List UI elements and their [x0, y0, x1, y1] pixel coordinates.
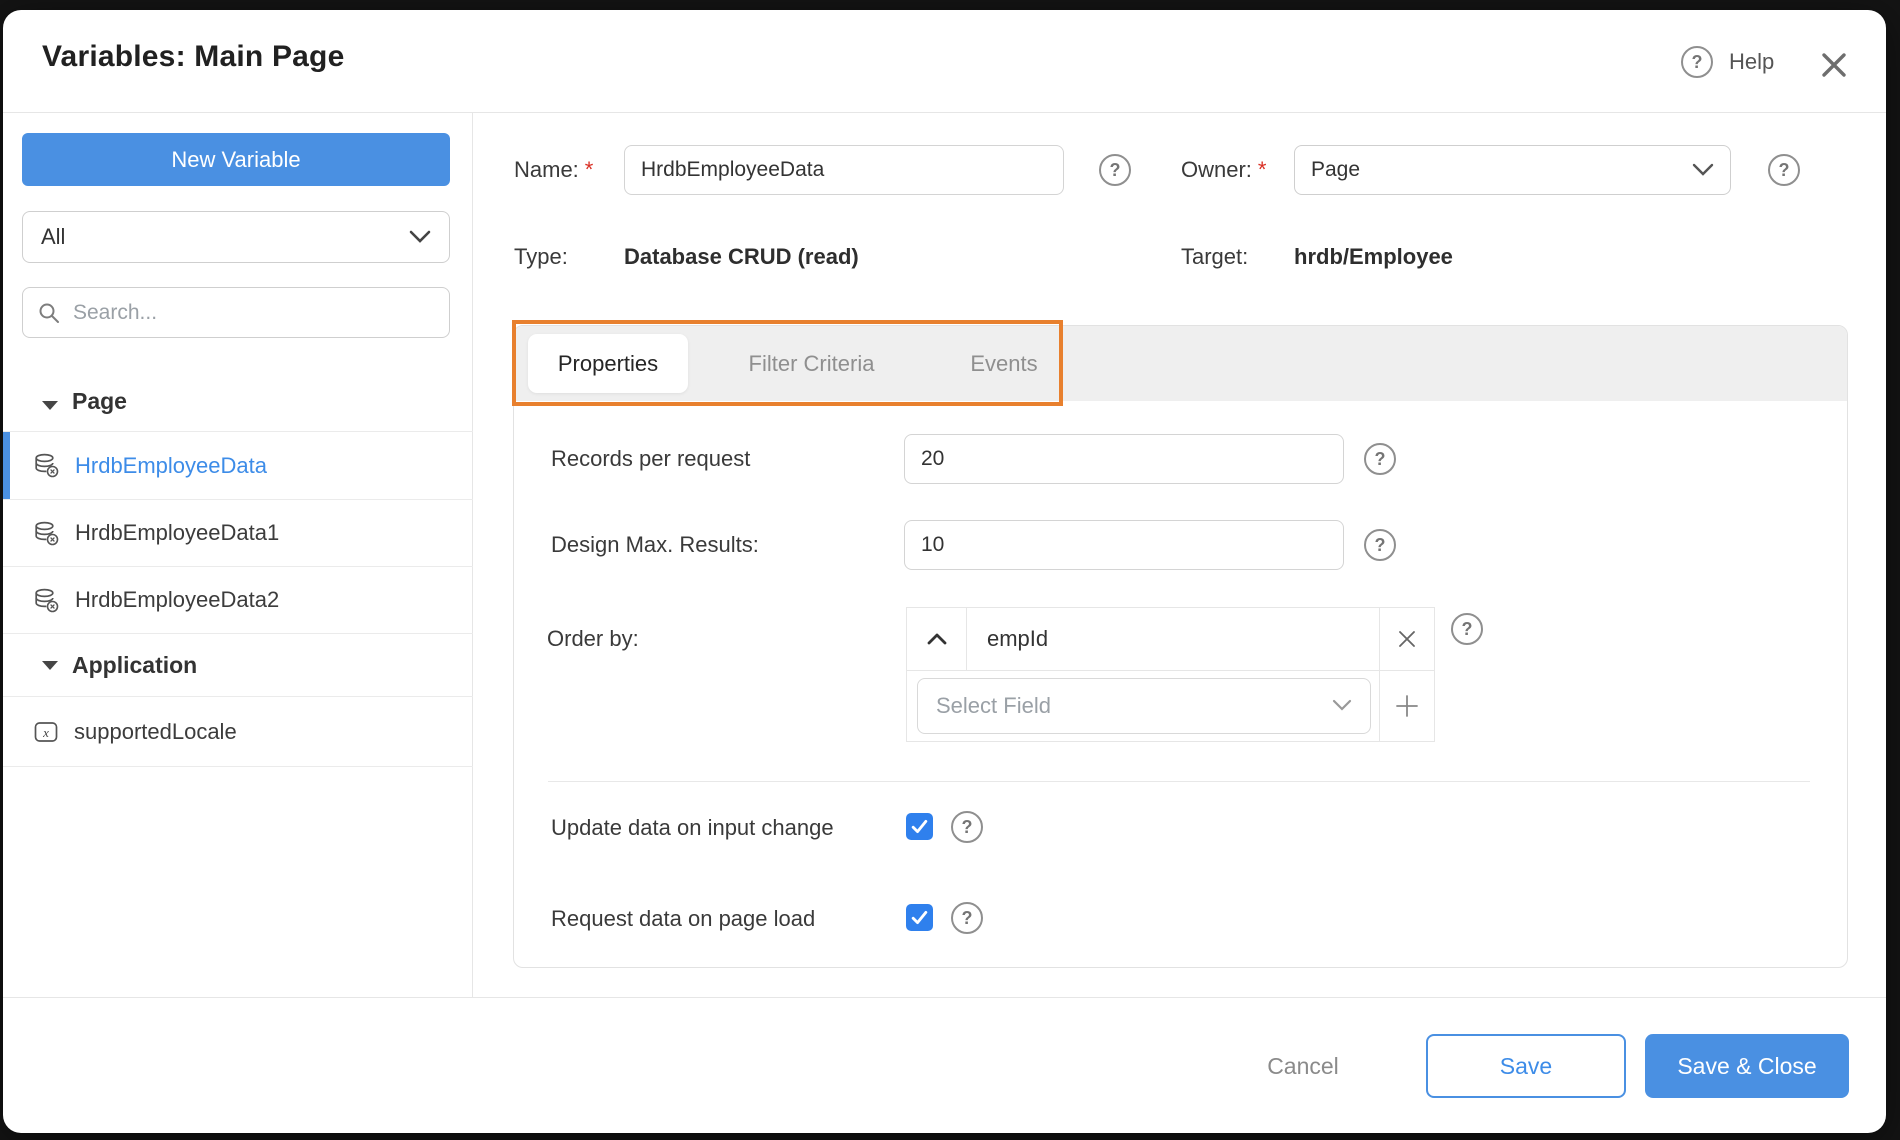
x-mark-icon — [1399, 631, 1415, 647]
select-field-dropdown[interactable]: Select Field — [917, 677, 1371, 734]
name-label: Name: * — [514, 157, 594, 182]
records-per-request-label: Records per request — [551, 446, 751, 471]
dialog-footer: Cancel Save Save & Close — [3, 997, 1886, 1133]
target-value: hrdb/Employee — [1294, 244, 1453, 269]
search-input[interactable] — [73, 300, 435, 325]
required-asterisk: * — [1257, 157, 1267, 182]
variable-settings-panel: Properties Filter Criteria Events Record… — [513, 325, 1848, 968]
order-by-label: Order by: — [547, 626, 639, 651]
variables-dialog: Variables: Main Page Help New Variable A… — [3, 10, 1886, 1133]
chevron-up-icon — [927, 633, 946, 645]
owner-dropdown[interactable]: Page — [1294, 145, 1731, 195]
plus-icon — [1396, 695, 1418, 717]
backdrop: Variables: Main Page Help New Variable A… — [0, 0, 1900, 1140]
sidebar-item-hrdbemployeedata[interactable]: HrdbEmployeeData — [3, 432, 473, 500]
variable-search-box — [22, 287, 450, 338]
chevron-down-icon — [1692, 163, 1714, 176]
check-icon — [911, 819, 928, 834]
design-max-results-label: Design Max. Results: — [551, 532, 759, 557]
tab-bar: Properties Filter Criteria Events — [514, 326, 1847, 401]
owner-help-icon[interactable] — [1768, 154, 1800, 186]
database-variable-icon — [35, 521, 59, 545]
name-help-icon[interactable] — [1099, 154, 1131, 186]
tab-filter-criteria[interactable]: Filter Criteria — [719, 326, 904, 401]
sidebar-item-supportedlocale[interactable]: x supportedLocale — [3, 697, 473, 767]
update-data-on-input-change-label: Update data on input change — [551, 815, 834, 840]
add-sort-field-button[interactable] — [1379, 671, 1434, 741]
new-variable-button[interactable]: New Variable — [22, 133, 450, 186]
variable-type-filter-dropdown[interactable]: All — [22, 211, 450, 263]
type-value: Database CRUD (read) — [624, 244, 859, 269]
owner-label: Owner: * — [1181, 157, 1267, 182]
records-per-request-input[interactable] — [904, 434, 1344, 484]
design-max-results-help-icon[interactable] — [1364, 529, 1396, 561]
design-max-results-input[interactable] — [904, 520, 1344, 570]
update-data-on-input-change-checkbox[interactable] — [906, 813, 933, 840]
variable-detail-pane: Name:* Owner:* Page Type: Database CRUD … — [473, 113, 1886, 997]
collapse-triangle-icon — [42, 401, 58, 410]
owner-value: Page — [1311, 158, 1361, 181]
remove-sort-field-button[interactable] — [1379, 608, 1434, 670]
request-data-help-icon[interactable] — [951, 902, 983, 934]
order-by-widget: Select Field — [906, 607, 1435, 742]
sidebar-item-hrdbemployeedata2[interactable]: HrdbEmployeeData2 — [3, 567, 473, 634]
sidebar-section-application[interactable]: Application — [3, 634, 473, 697]
variable-list: Page HrdbEmployeeData HrdbEmployeeData1 … — [3, 338, 473, 767]
dialog-header: Variables: Main Page Help — [3, 10, 1886, 113]
sidebar-item-hrdbemployeedata1[interactable]: HrdbEmployeeData1 — [3, 500, 473, 567]
chevron-down-icon — [1332, 699, 1352, 711]
chevron-down-icon — [409, 230, 431, 243]
close-icon[interactable] — [1819, 50, 1849, 80]
variables-sidebar: New Variable All Page — [3, 113, 473, 997]
required-asterisk: * — [584, 157, 594, 182]
collapse-triangle-icon — [42, 660, 58, 670]
variable-type-filter-value: All — [41, 224, 66, 249]
cancel-button[interactable]: Cancel — [1238, 998, 1368, 1134]
type-label: Type: — [514, 244, 568, 269]
static-variable-icon: x — [34, 721, 58, 742]
svg-text:x: x — [42, 725, 49, 740]
order-by-field-input[interactable] — [967, 626, 1379, 652]
sidebar-section-page[interactable]: Page — [3, 338, 473, 432]
records-per-request-help-icon[interactable] — [1364, 443, 1396, 475]
target-label: Target: — [1181, 244, 1249, 269]
check-icon — [911, 910, 928, 925]
sort-direction-toggle[interactable] — [907, 608, 967, 670]
save-and-close-button[interactable]: Save & Close — [1645, 1034, 1849, 1098]
tab-events[interactable]: Events — [929, 326, 1079, 401]
section-divider — [548, 781, 1810, 782]
order-by-help-icon[interactable] — [1451, 613, 1483, 645]
request-data-on-page-load-checkbox[interactable] — [906, 904, 933, 931]
help-icon[interactable] — [1681, 46, 1713, 78]
database-variable-icon — [35, 453, 59, 478]
dialog-title: Variables: Main Page — [42, 40, 345, 73]
help-link[interactable]: Help — [1729, 49, 1774, 75]
save-button[interactable]: Save — [1426, 1034, 1626, 1098]
select-field-placeholder: Select Field — [936, 692, 1051, 718]
tab-properties[interactable]: Properties — [528, 334, 688, 393]
update-data-help-icon[interactable] — [951, 811, 983, 843]
search-icon — [39, 303, 59, 323]
name-input[interactable] — [624, 145, 1064, 195]
database-variable-icon — [35, 588, 59, 612]
request-data-on-page-load-label: Request data on page load — [551, 906, 816, 931]
